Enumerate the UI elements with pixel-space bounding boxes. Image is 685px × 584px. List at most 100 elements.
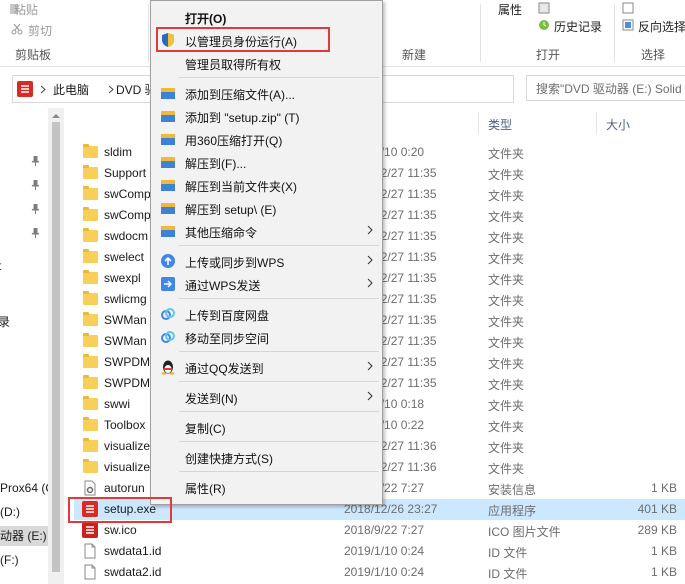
chevron-right-icon[interactable] [108, 85, 114, 94]
folder-icon [83, 333, 98, 347]
menu-item-extract-here[interactable]: 解压到当前文件夹(X) [151, 174, 382, 196]
solidworks-logo-icon [17, 81, 33, 97]
ribbon-divider [480, 4, 481, 62]
folder-icon [83, 207, 98, 221]
history-button[interactable]: 历史记录 [554, 18, 602, 35]
menu-item-send-qq[interactable]: 通过QQ发送到 [151, 356, 382, 378]
settings-file-icon [84, 480, 96, 496]
menu-item-properties[interactable]: 属性(R) [151, 476, 382, 498]
pin-icon[interactable] [31, 180, 40, 190]
menu-item-add-to-zip[interactable]: 添加到 "setup.zip" (T) [151, 105, 382, 127]
file-name: sldim [104, 145, 133, 159]
edit-icon [538, 2, 550, 14]
folder-icon [83, 438, 98, 452]
menu-item-extract-setup[interactable]: 解压到 setup\ (E) [151, 197, 382, 219]
file-name: Toolbox [104, 418, 146, 432]
file-name: visualize [104, 439, 151, 453]
file-type: 文件夹 [488, 294, 525, 308]
folder-icon [83, 186, 98, 200]
menu-item-other-compress[interactable]: 其他压缩命令 [151, 220, 382, 242]
open-group-label: 打开 [536, 48, 561, 62]
menu-item-move-sync[interactable]: 移动至同步空间 [151, 326, 382, 348]
column-divider[interactable] [596, 112, 597, 134]
invert-selection-button[interactable]: 反向选择 [638, 18, 685, 35]
cut-button[interactable]: 剪切 [28, 22, 52, 39]
file-type: 文件夹 [488, 399, 525, 413]
nav-item-f-drive[interactable]: (F:) [0, 550, 48, 570]
cloud-upload-icon [161, 254, 175, 268]
context-menu: 打开(O) 以管理员身份运行(A) 管理员取得所有权 添加到压缩文件(A)...… [150, 0, 383, 505]
menu-separator [179, 411, 379, 412]
pin-icon[interactable] [31, 156, 40, 166]
menu-item-add-to-archive[interactable]: 添加到压缩文件(A)... [151, 82, 382, 104]
table-row[interactable]: sw.ico 2018/9/22 7:27 ICO 图片文件 289 KB [74, 520, 685, 541]
file-date: 2019/1/10 0:24 [344, 565, 425, 579]
send-icon [161, 277, 175, 291]
menu-label: 打开(O) [185, 12, 227, 26]
menu-label: 通过QQ发送到 [185, 362, 264, 376]
pin-icon[interactable] [31, 228, 40, 238]
file-name: swwi [104, 397, 130, 411]
folder-icon [83, 249, 98, 263]
file-type: 文件夹 [488, 441, 525, 455]
scroll-up-icon[interactable] [52, 113, 60, 118]
file-name: SWMan [104, 313, 147, 327]
folder-icon [83, 312, 98, 326]
column-header-size[interactable]: 大小 [606, 116, 630, 133]
menu-separator [179, 245, 379, 246]
nav-item-e-drive[interactable]: 动器 (E:) [0, 526, 48, 546]
file-name: visualize [104, 460, 151, 474]
column-divider[interactable] [478, 112, 479, 134]
menu-separator [179, 441, 379, 442]
breadcrumb-this-pc[interactable]: 此电脑 [53, 81, 89, 98]
ribbon-divider [614, 4, 615, 62]
qq-penguin-icon [161, 360, 175, 375]
solidworks-ico-icon [82, 522, 98, 538]
menu-item-send-to[interactable]: 发送到(N) [151, 386, 382, 408]
file-type: ID 文件 [488, 546, 528, 560]
menu-item-upload-wps[interactable]: 上传或同步到WPS [151, 250, 382, 272]
ribbon-divider [148, 4, 149, 62]
file-type: 文件夹 [488, 231, 525, 245]
pin-icon[interactable] [31, 204, 40, 214]
table-row[interactable]: swdata1.id 2019/1/10 0:24 ID 文件 1 KB [74, 541, 685, 562]
nav-item-c-drive[interactable]: Prox64 (C [0, 478, 48, 498]
menu-item-open[interactable]: 打开(O) [151, 6, 382, 28]
chevron-right-icon[interactable] [40, 85, 46, 94]
search-input[interactable]: 搜索"DVD 驱动器 (E:) Solid [526, 75, 685, 101]
nav-scrollbar[interactable] [48, 108, 64, 584]
table-row[interactable]: swdata2.id 2019/1/10 0:24 ID 文件 1 KB [74, 562, 685, 583]
file-date: 2019/1/10 0:24 [344, 544, 425, 558]
menu-separator [179, 298, 379, 299]
menu-item-extract-to[interactable]: 解压到(F)... [151, 151, 382, 173]
nav-item-d-drive[interactable]: (D:) [0, 502, 48, 522]
folder-icon [83, 291, 98, 305]
file-type: 文件夹 [488, 147, 525, 161]
folder-icon [83, 354, 98, 368]
file-type: 文件夹 [488, 189, 525, 203]
submenu-arrow-icon [367, 391, 373, 401]
nav-partial-text: t [0, 256, 10, 276]
menu-item-open-with-360[interactable]: 用360压缩打开(Q) [151, 128, 382, 150]
file-type: 应用程序 [488, 504, 537, 518]
properties-button[interactable]: 属性 [498, 1, 522, 18]
menu-item-upload-baidu[interactable]: 上传到百度网盘 [151, 303, 382, 325]
column-header-type[interactable]: 类型 [488, 116, 512, 133]
menu-item-copy[interactable]: 复制(C) [151, 416, 382, 438]
menu-label: 管理员取得所有权 [185, 58, 282, 72]
file-type: 文件夹 [488, 420, 525, 434]
file-name: SWPDM [104, 376, 150, 390]
nav-scroll-thumb[interactable] [52, 122, 60, 572]
menu-item-create-shortcut[interactable]: 创建快捷方式(S) [151, 446, 382, 468]
folder-icon [83, 144, 98, 158]
file-size: 1 KB [650, 481, 677, 495]
menu-item-take-ownership[interactable]: 管理员取得所有权 [151, 52, 382, 74]
menu-label: 通过WPS发送 [185, 279, 261, 293]
file-type: 文件夹 [488, 336, 525, 350]
menu-label: 解压到当前文件夹(X) [185, 180, 297, 194]
paste-button[interactable]: 粘贴 [14, 1, 38, 18]
menu-item-send-wps[interactable]: 通过WPS发送 [151, 273, 382, 295]
menu-label: 属性(R) [185, 482, 226, 496]
menu-label: 创建快捷方式(S) [185, 452, 273, 466]
menu-label: 移动至同步空间 [185, 332, 270, 346]
